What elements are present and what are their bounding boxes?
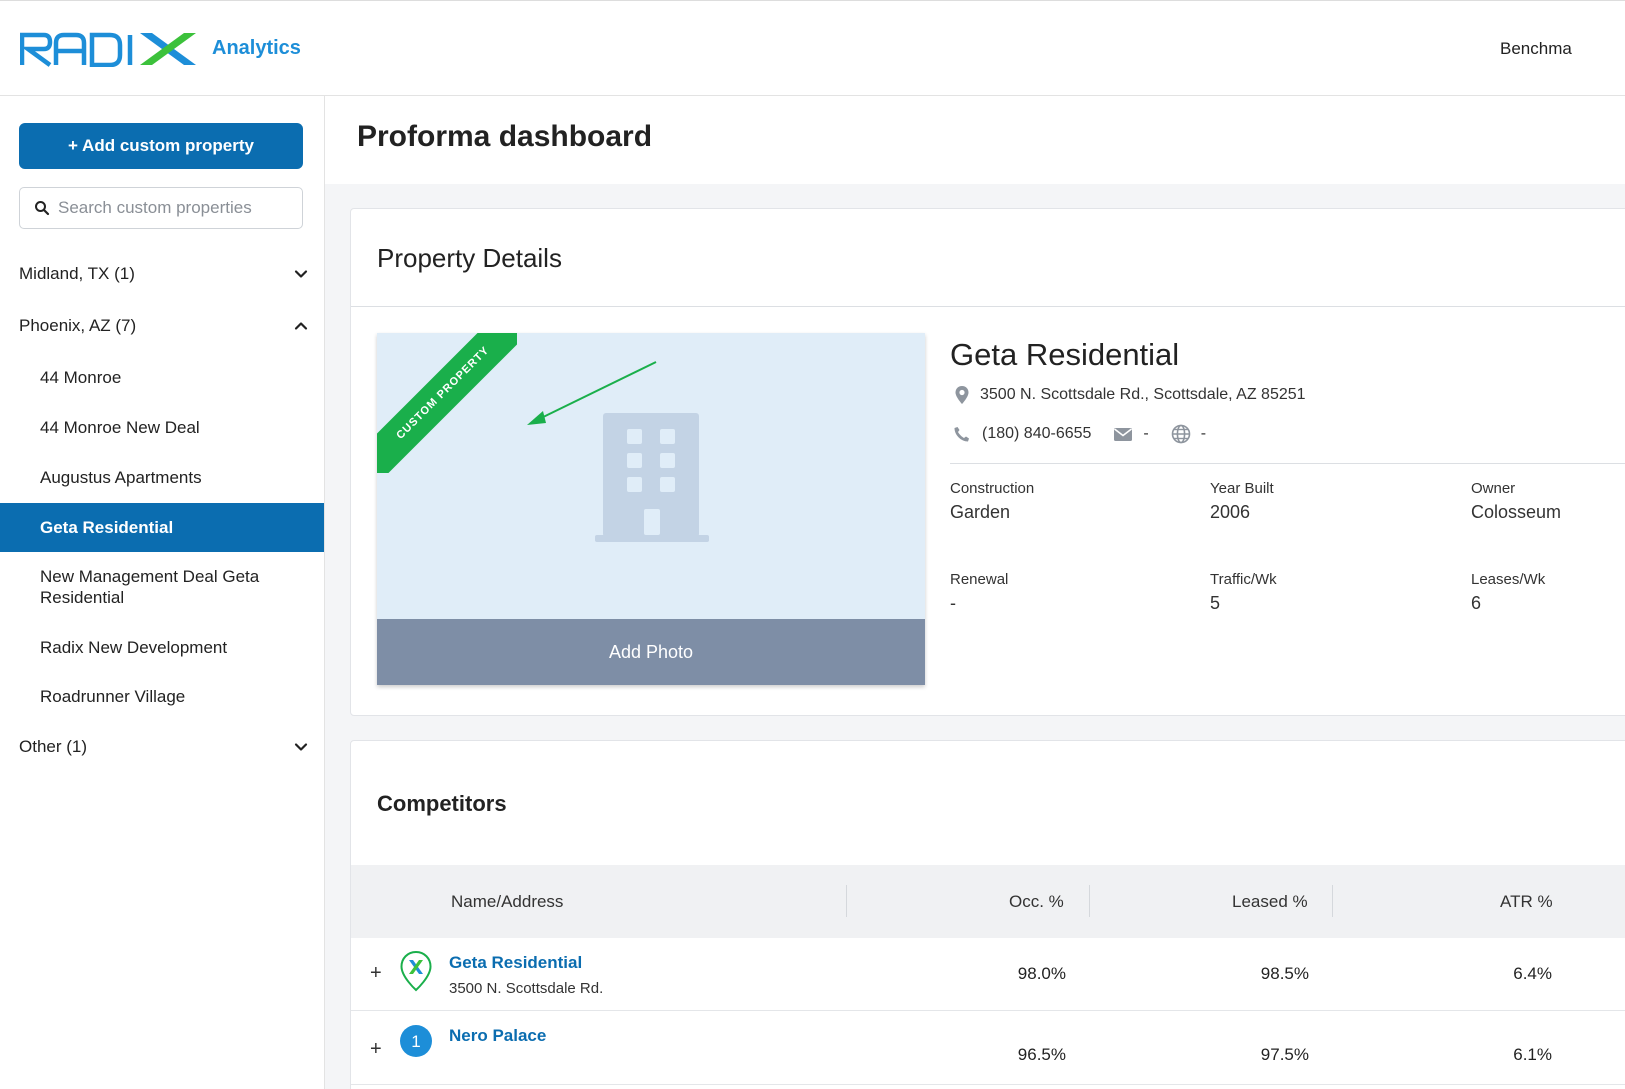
column-separator — [1332, 885, 1333, 917]
add-photo-button[interactable]: Add Photo — [377, 619, 925, 685]
table-row[interactable]: + Geta Residential 3500 N. Scottsdale Rd… — [351, 938, 1625, 1011]
sidebar-item-44-monroe-new-deal[interactable]: 44 Monroe New Deal — [0, 417, 324, 438]
map-marker-icon — [400, 950, 432, 992]
sidebar-item-44-monroe[interactable]: 44 Monroe — [0, 367, 324, 388]
title-band: Proforma dashboard — [325, 96, 1625, 184]
fact-label: Owner — [1471, 480, 1516, 497]
group-phoenix[interactable]: Phoenix, AZ (7) — [19, 311, 309, 341]
fact-label: Year Built — [1210, 480, 1274, 497]
atr-value: 6.4% — [1513, 964, 1552, 983]
fact-owner: Owner Colosseum — [1471, 480, 1561, 523]
phone-icon — [954, 427, 969, 442]
plus-icon[interactable]: + — [370, 962, 382, 985]
divider — [351, 306, 1625, 307]
column-header-occ[interactable]: Occ. % — [1009, 865, 1064, 938]
contact-row: (180) 840-6655 - - — [952, 424, 1206, 444]
chevron-down-icon[interactable] — [293, 739, 309, 755]
fact-leases: Leases/Wk 6 — [1471, 571, 1545, 614]
occ-value: 98.0% — [1017, 964, 1066, 983]
radix-logo[interactable] — [20, 31, 196, 67]
nav-benchmark-link[interactable]: Benchma — [1500, 39, 1572, 59]
competitors-card: Competitors Name/Address Occ. % Leased %… — [350, 740, 1625, 1089]
group-midland[interactable]: Midland, TX (1) — [19, 259, 309, 289]
column-header-leased[interactable]: Leased % — [1232, 865, 1308, 938]
website-text: - — [1200, 425, 1207, 442]
search-icon — [35, 201, 50, 216]
radix-logo-icon — [20, 32, 196, 67]
chevron-down-icon[interactable] — [293, 266, 309, 282]
address-text: 3500 N. Scottsdale Rd., Scottsdale, AZ 8… — [980, 386, 1306, 403]
sidebar-item-radix-new-development[interactable]: Radix New Development — [0, 637, 324, 658]
sidebar-item-augustus-apartments[interactable]: Augustus Apartments — [0, 467, 324, 488]
building-icon — [595, 413, 709, 542]
phone-text[interactable]: (180) 840-6655 — [982, 425, 1091, 443]
column-separator — [846, 885, 847, 917]
fact-label: Traffic/Wk — [1210, 571, 1277, 588]
fact-label: Leases/Wk — [1471, 571, 1546, 588]
sidebar-item-geta-residential[interactable]: Geta Residential — [0, 503, 324, 552]
map-marker-icon: 1 — [400, 1025, 432, 1057]
plus-icon[interactable]: + — [370, 1038, 382, 1061]
sidebar-item-roadrunner-village[interactable]: Roadrunner Village — [0, 686, 324, 707]
fact-construction: Construction Garden — [950, 480, 1034, 523]
fact-label: Renewal — [950, 571, 1009, 588]
marker-number: 1 — [411, 1032, 420, 1051]
ribbon-label: CUSTOM PROPERTY — [377, 333, 517, 473]
property-details-card: Property Details CUSTOM PROPERTY Add Pho… — [350, 208, 1625, 716]
competitors-title: Competitors — [377, 791, 507, 816]
fact-value: Garden — [950, 502, 1011, 522]
arrow-annotation — [527, 361, 657, 425]
custom-property-ribbon: CUSTOM PROPERTY — [377, 333, 517, 473]
fact-traffic: Traffic/Wk 5 — [1210, 571, 1277, 614]
group-label: Other (1) — [19, 737, 88, 756]
globe-icon[interactable] — [1171, 424, 1191, 444]
search-box[interactable] — [19, 187, 303, 229]
sidebar: + Add custom property Midland, TX (1) Ph… — [0, 96, 325, 1089]
card-title: Property Details — [377, 243, 562, 273]
column-separator — [1089, 885, 1090, 917]
fact-label: Construction — [950, 480, 1035, 497]
mail-icon[interactable] — [1113, 426, 1133, 442]
leased-value: 97.5% — [1260, 1045, 1309, 1064]
location-pin-icon — [955, 386, 969, 404]
fact-year-built: Year Built 2006 — [1210, 480, 1274, 523]
group-label: Phoenix, AZ (7) — [19, 316, 137, 335]
logo-subtitle: Analytics — [212, 37, 301, 59]
group-other[interactable]: Other (1) — [19, 732, 309, 762]
top-header: Analytics Benchma — [0, 0, 1625, 96]
table-row[interactable]: + 1 Nero Palace 96.5% 97.5% 6.1% — [351, 1012, 1625, 1085]
add-custom-property-button[interactable]: + Add custom property — [19, 123, 303, 169]
address-row: 3500 N. Scottsdale Rd., Scottsdale, AZ 8… — [954, 385, 1306, 405]
fact-renewal: Renewal - — [950, 571, 1008, 614]
email-text: - — [1143, 425, 1149, 442]
fact-value: 2006 — [1210, 502, 1251, 522]
chevron-up-icon[interactable] — [293, 318, 309, 334]
occ-value: 96.5% — [1017, 1045, 1066, 1064]
group-label: Midland, TX (1) — [19, 264, 135, 283]
competitor-name-link[interactable]: Nero Palace — [449, 1026, 546, 1046]
table-header: Name/Address Occ. % Leased % ATR % — [351, 865, 1625, 938]
property-name: Geta Residential — [950, 337, 1180, 372]
competitor-name-link[interactable]: Geta Residential — [449, 953, 582, 973]
column-header-name[interactable]: Name/Address — [451, 865, 563, 938]
page-title: Proforma dashboard — [357, 120, 653, 153]
fact-value: 5 — [1210, 593, 1221, 613]
atr-value: 6.1% — [1513, 1045, 1552, 1064]
divider — [950, 463, 1625, 464]
column-header-atr[interactable]: ATR % — [1500, 865, 1553, 938]
fact-value: - — [950, 593, 956, 613]
search-input[interactable] — [58, 198, 288, 218]
main-content: Proforma dashboard Property Details CUST… — [325, 96, 1625, 1089]
competitor-address: 3500 N. Scottsdale Rd. — [449, 980, 604, 997]
fact-value: 6 — [1471, 593, 1482, 613]
sidebar-item-new-management-deal[interactable]: New Management Deal Geta Residential — [0, 566, 324, 608]
leased-value: 98.5% — [1260, 964, 1309, 983]
fact-value: Colosseum — [1471, 502, 1562, 522]
